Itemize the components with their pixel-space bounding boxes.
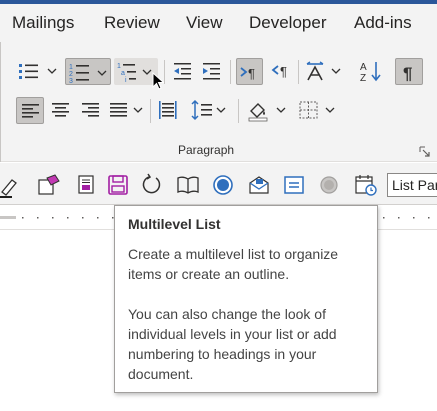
separator — [238, 99, 239, 123]
paragraph-group-label: Paragraph — [178, 143, 235, 157]
rtl-text-direction-button[interactable]: ¶ — [267, 58, 293, 84]
redo-icon[interactable] — [139, 172, 165, 198]
read-mode-icon[interactable] — [175, 172, 201, 198]
numbering-icon: 1 2 3 — [69, 64, 107, 85]
print-preview-icon[interactable] — [73, 172, 99, 198]
quick-access-toolbar: List Par — [0, 163, 437, 205]
tab-view[interactable]: View — [186, 13, 223, 33]
multilevel-list-tooltip: Multilevel List Create a multilevel list… — [114, 205, 378, 393]
svg-text:1: 1 — [117, 63, 121, 70]
svg-text:¶: ¶ — [403, 64, 412, 83]
rtl-text-direction-icon: ¶ — [271, 64, 287, 79]
svg-text:1: 1 — [69, 64, 73, 71]
separator — [150, 99, 151, 123]
increase-indent-icon — [203, 63, 220, 80]
distributed-icon — [159, 101, 177, 119]
bullets-button[interactable] — [16, 58, 60, 84]
show-formatting-marks-icon: ¶ — [403, 64, 412, 83]
tooltip-details: You can also change the look of individu… — [128, 306, 337, 382]
bullets-icon — [19, 64, 57, 79]
svg-text:3: 3 — [69, 78, 73, 85]
shading-icon — [248, 103, 286, 122]
increase-indent-button[interactable] — [200, 58, 224, 84]
separator — [230, 60, 231, 84]
asian-layout-button[interactable] — [304, 58, 344, 84]
justify-icon — [110, 103, 143, 117]
align-center-icon — [52, 103, 69, 117]
asian-layout-icon — [306, 61, 341, 81]
svg-text:a: a — [121, 70, 125, 77]
shading-button[interactable] — [245, 97, 291, 123]
align-right-icon — [82, 103, 99, 117]
highlight-pen-icon[interactable] — [0, 172, 24, 198]
align-left-button[interactable] — [16, 97, 44, 124]
tooltip-title: Multilevel List — [128, 216, 221, 232]
sort-button[interactable]: A Z — [357, 58, 385, 84]
tooltip-description: Create a multilevel list to organize ite… — [128, 246, 339, 282]
circle-icon[interactable] — [316, 172, 342, 198]
line-spacing-icon — [191, 99, 226, 121]
mouse-pointer-icon — [152, 72, 164, 90]
tab-mailings[interactable]: Mailings — [12, 13, 74, 33]
tab-review[interactable]: Review — [104, 13, 160, 33]
save-icon[interactable] — [105, 172, 131, 198]
ltr-text-direction-button[interactable]: ¶ — [236, 58, 263, 85]
tab-add-ins[interactable]: Add-ins — [354, 13, 412, 33]
ribbon-tab-bar: Mailings Review View Developer Add-ins — [0, 4, 437, 42]
record-icon[interactable] — [210, 172, 236, 198]
numbering-button[interactable]: 1 2 3 — [65, 58, 111, 85]
svg-text:¶: ¶ — [248, 66, 255, 81]
group-separator — [0, 42, 1, 162]
line-spacing-button[interactable] — [189, 97, 233, 123]
svg-text:A: A — [360, 62, 367, 73]
svg-text:2: 2 — [69, 71, 73, 78]
align-left-icon — [22, 104, 39, 118]
justify-button[interactable] — [106, 97, 148, 123]
svg-text:¶: ¶ — [280, 64, 287, 79]
mail-icon[interactable] — [246, 172, 272, 198]
clear-format-icon[interactable] — [36, 172, 62, 198]
dialog-launcher-icon[interactable] — [419, 146, 431, 158]
decrease-indent-icon — [174, 63, 191, 80]
borders-button[interactable] — [296, 97, 340, 123]
show-formatting-marks-button[interactable]: ¶ — [395, 58, 423, 85]
date-icon[interactable] — [353, 172, 379, 198]
style-name-box[interactable]: List Par — [387, 173, 437, 197]
ltr-text-direction-icon: ¶ — [240, 66, 255, 81]
tab-developer[interactable]: Developer — [249, 13, 327, 33]
sort-icon: A Z — [360, 62, 381, 84]
align-center-button[interactable] — [48, 97, 74, 123]
form-icon[interactable] — [281, 172, 307, 198]
svg-text:i: i — [125, 77, 127, 84]
separator — [298, 60, 299, 84]
distributed-button[interactable] — [155, 97, 181, 123]
decrease-indent-button[interactable] — [171, 58, 195, 84]
borders-icon — [299, 101, 335, 119]
svg-text:Z: Z — [360, 73, 366, 84]
align-right-button[interactable] — [78, 97, 104, 123]
separator — [164, 60, 165, 84]
